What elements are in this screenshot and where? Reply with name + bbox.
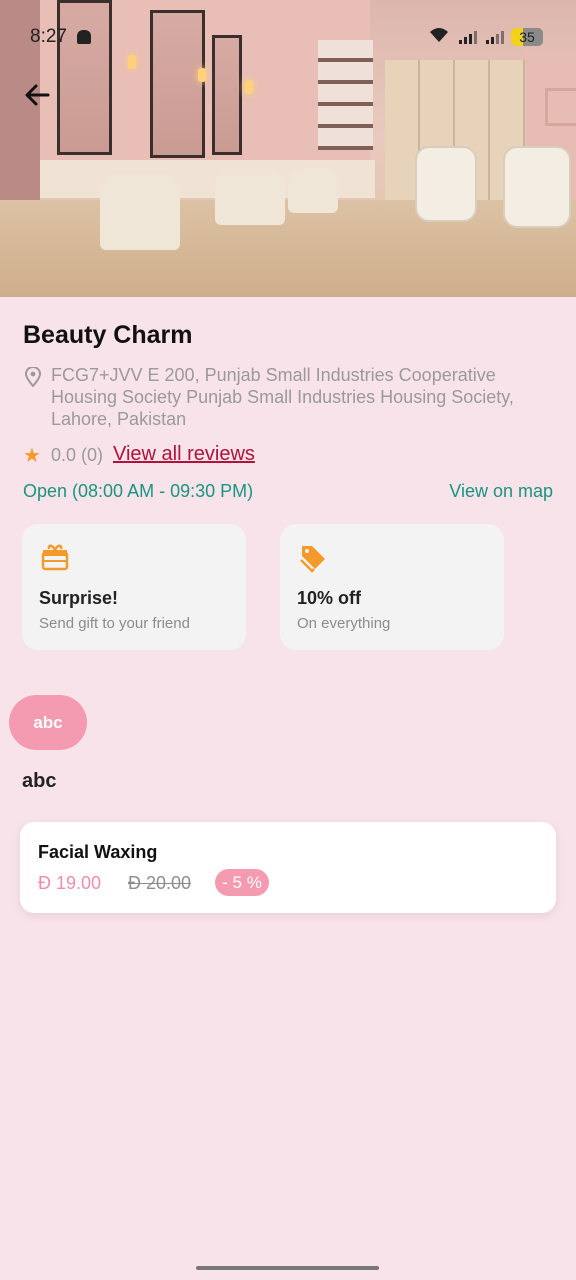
star-icon: ★	[23, 445, 41, 467]
salon-cover-image: 8:27 35	[0, 0, 576, 297]
view-on-map-link[interactable]: View on map	[449, 481, 553, 502]
rating-value: 0.0 (0)	[51, 445, 104, 465]
section-title: abc	[22, 770, 57, 792]
service-old-price: Ð 20.00	[128, 873, 192, 893]
gift-icon	[40, 542, 70, 572]
promo-title: 10% off	[297, 588, 362, 608]
discount-badge: - 5 %	[215, 869, 269, 896]
service-card[interactable]: Facial Waxing Ð 19.00 Ð 20.00 - 5 %	[20, 822, 556, 913]
category-chip[interactable]: abc	[9, 695, 87, 750]
back-arrow-icon[interactable]	[22, 80, 58, 116]
promo-card-discount[interactable]: 10% off On everything	[280, 524, 504, 650]
promo-subtitle: Send gift to your friend	[39, 615, 190, 632]
signal-icon	[457, 28, 477, 44]
location-pin-icon	[24, 366, 42, 388]
opening-hours: Open (08:00 AM - 09:30 PM)	[23, 481, 254, 501]
service-name: Facial Waxing	[38, 842, 158, 862]
wifi-icon	[428, 26, 450, 49]
promo-card-gift[interactable]: Surprise! Send gift to your friend	[22, 524, 246, 650]
promo-subtitle: On everything	[297, 615, 391, 632]
salon-address: FCG7+JVV E 200, Punjab Small Industries …	[51, 365, 514, 429]
promo-title: Surprise!	[39, 588, 119, 608]
tag-icon	[298, 542, 328, 573]
android-icon	[77, 30, 91, 44]
service-price: Ð 19.00	[38, 873, 102, 893]
signal-icon	[484, 28, 504, 44]
view-all-reviews-link[interactable]: View all reviews	[113, 443, 255, 466]
home-indicator[interactable]	[196, 1266, 379, 1270]
battery-icon: 35	[511, 28, 543, 46]
battery-level: 35	[519, 29, 535, 45]
status-bar: 8:27 35	[0, 20, 576, 56]
salon-name: Beauty Charm	[23, 321, 193, 349]
status-time: 8:27	[30, 26, 67, 47]
